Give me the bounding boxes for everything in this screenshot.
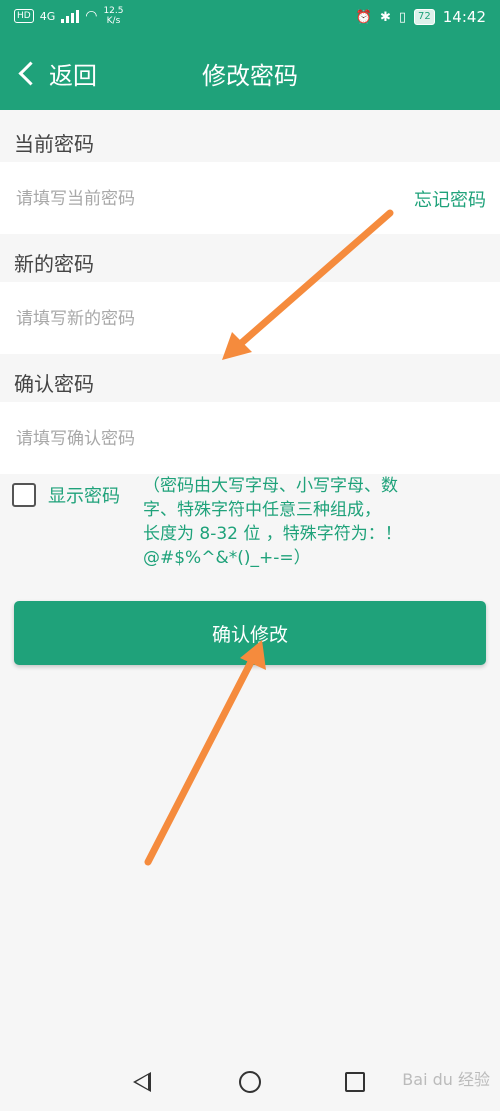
- annotation-arrows: [144, 209, 394, 866]
- nav-recent-icon[interactable]: [345, 1072, 365, 1092]
- watermark: Bai du 经验: [402, 1070, 490, 1089]
- arrow-to-new-password: [222, 209, 394, 360]
- nav-home-icon[interactable]: [239, 1071, 261, 1093]
- nav-back-icon[interactable]: [133, 1072, 151, 1092]
- arrow-to-confirm-button: [144, 640, 266, 866]
